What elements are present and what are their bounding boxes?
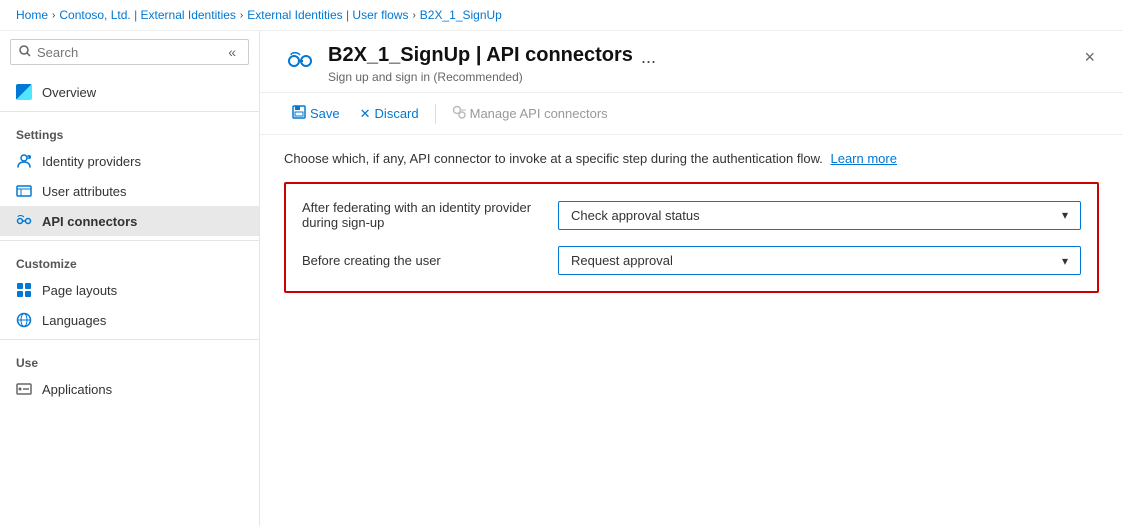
page-header-text: B2X_1_SignUp | API connectors ... Sign u… (328, 43, 656, 84)
config-select-1-value: Check approval status (571, 208, 700, 223)
toolbar-separator (435, 104, 436, 124)
sidebar-item-applications[interactable]: Applications (0, 374, 259, 404)
breadcrumb: Home › Contoso, Ltd. | External Identiti… (0, 0, 1123, 31)
save-button[interactable]: Save (284, 101, 348, 126)
chevron-down-icon-2: ▾ (1062, 254, 1068, 268)
sidebar-item-label-overview: Overview (42, 85, 96, 100)
breadcrumb-b2x[interactable]: B2X_1_SignUp (420, 8, 502, 22)
page-subtitle: Sign up and sign in (Recommended) (328, 70, 656, 84)
search-icon (19, 45, 31, 60)
config-label-2: Before creating the user (302, 253, 542, 268)
page-layouts-icon (16, 282, 32, 298)
info-text: Choose which, if any, API connector to i… (284, 151, 1099, 166)
sidebar-item-label-page-layouts: Page layouts (42, 283, 117, 298)
discard-label: Discard (375, 106, 419, 121)
breadcrumb-sep-3: › (412, 10, 415, 21)
sidebar-divider-2 (0, 240, 259, 241)
identity-providers-icon: + (16, 153, 32, 169)
applications-icon (16, 381, 32, 397)
sidebar-item-label-languages: Languages (42, 313, 106, 328)
sidebar-item-label-identity: Identity providers (42, 154, 141, 169)
sidebar-item-api-connectors[interactable]: API connectors (0, 206, 259, 236)
page-title: B2X_1_SignUp | API connectors ... (328, 43, 656, 68)
manage-icon (452, 105, 466, 122)
config-row-2: Before creating the user Request approva… (302, 246, 1081, 275)
sidebar-item-overview[interactable]: Overview (0, 77, 259, 107)
config-select-2-value: Request approval (571, 253, 673, 268)
page-header-icon (284, 45, 316, 77)
languages-icon (16, 312, 32, 328)
sidebar-item-label-api: API connectors (42, 214, 137, 229)
discard-button[interactable]: ✕ Discard (352, 102, 427, 126)
collapse-sidebar-button[interactable]: « (224, 44, 240, 60)
api-connectors-icon (16, 213, 32, 229)
config-row-1: After federating with an identity provid… (302, 200, 1081, 230)
save-icon (292, 105, 306, 122)
sidebar-section-settings: Settings (0, 116, 259, 146)
learn-more-link[interactable]: Learn more (830, 151, 896, 166)
page-title-text: B2X_1_SignUp | API connectors (328, 44, 633, 67)
sidebar-divider-1 (0, 111, 259, 112)
content-area: Choose which, if any, API connector to i… (260, 135, 1123, 526)
sidebar-section-customize: Customize (0, 245, 259, 275)
search-box[interactable]: « (10, 39, 249, 65)
breadcrumb-home[interactable]: Home (16, 8, 48, 22)
sidebar-item-label-applications: Applications (42, 382, 112, 397)
sidebar-item-page-layouts[interactable]: Page layouts (0, 275, 259, 305)
sidebar-item-user-attributes[interactable]: User attributes (0, 176, 259, 206)
save-label: Save (310, 106, 340, 121)
config-select-1[interactable]: Check approval status ▾ (558, 201, 1081, 230)
info-text-content: Choose which, if any, API connector to i… (284, 151, 823, 166)
sidebar-divider-3 (0, 339, 259, 340)
config-select-2[interactable]: Request approval ▾ (558, 246, 1081, 275)
sidebar-section-use: Use (0, 344, 259, 374)
manage-api-connectors-button[interactable]: Manage API connectors (444, 101, 616, 126)
close-button[interactable]: × (1080, 43, 1099, 72)
main-content: B2X_1_SignUp | API connectors ... Sign u… (260, 31, 1123, 526)
breadcrumb-user-flows[interactable]: External Identities | User flows (247, 8, 408, 22)
breadcrumb-sep-1: › (52, 10, 55, 21)
sidebar: « Overview Settings + Identity providers (0, 31, 260, 526)
discard-icon: ✕ (360, 106, 371, 122)
search-input[interactable] (37, 45, 218, 60)
config-box: After federating with an identity provid… (284, 182, 1099, 293)
chevron-down-icon-1: ▾ (1062, 208, 1068, 222)
breadcrumb-sep-2: › (240, 10, 243, 21)
config-label-1: After federating with an identity provid… (302, 200, 542, 230)
sidebar-item-languages[interactable]: Languages (0, 305, 259, 335)
user-attributes-icon (16, 183, 32, 199)
breadcrumb-contoso[interactable]: Contoso, Ltd. | External Identities (59, 8, 236, 22)
toolbar: Save ✕ Discard Manage API connectors (260, 93, 1123, 135)
sidebar-item-identity-providers[interactable]: + Identity providers (0, 146, 259, 176)
overview-icon (16, 84, 32, 100)
sidebar-item-label-user-attr: User attributes (42, 184, 127, 199)
page-header: B2X_1_SignUp | API connectors ... Sign u… (260, 31, 1123, 93)
manage-label: Manage API connectors (470, 106, 608, 121)
more-options-button[interactable]: ... (641, 47, 656, 68)
